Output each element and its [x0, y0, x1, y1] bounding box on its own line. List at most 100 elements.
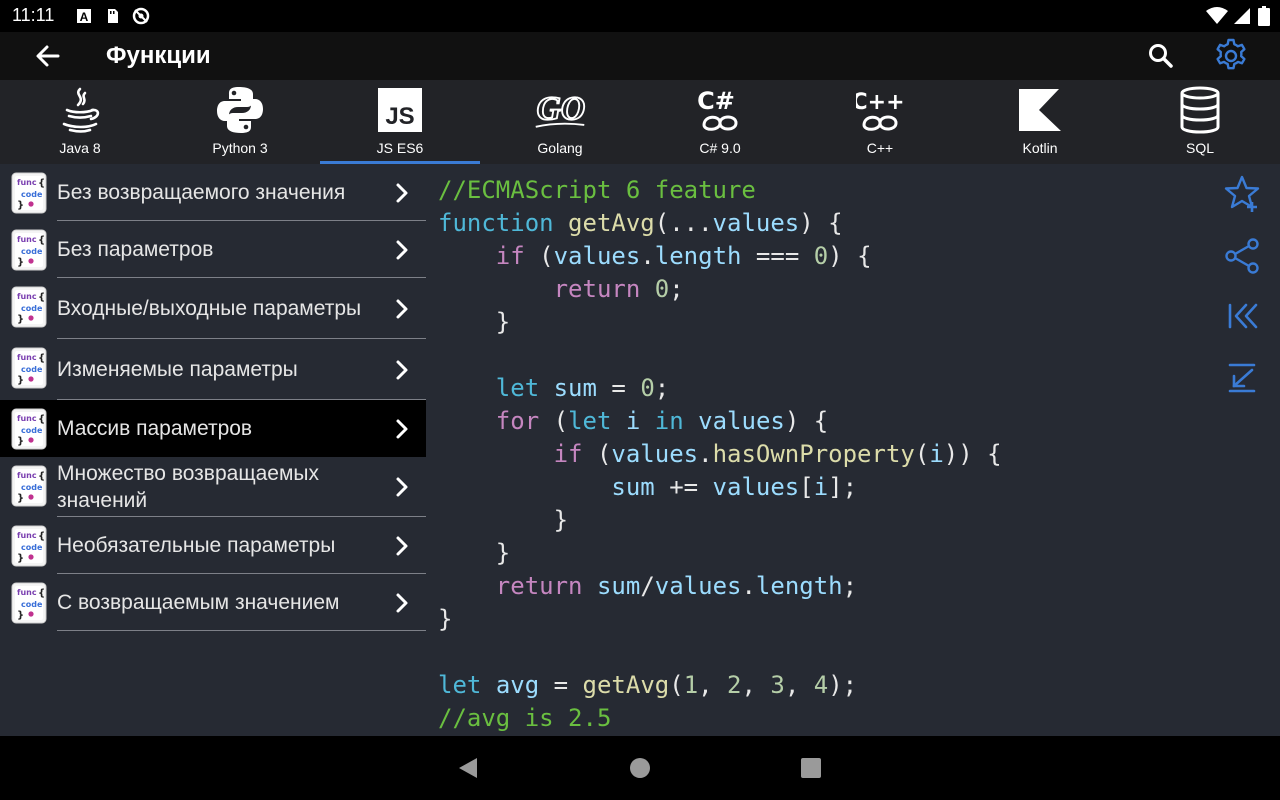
code-token: (	[524, 242, 554, 270]
tab-java[interactable]: Java 8	[0, 80, 160, 164]
code-token: return	[495, 572, 583, 600]
code-token: }	[438, 308, 511, 336]
code-token: let	[495, 374, 540, 402]
icon-text-code: code	[21, 426, 43, 435]
code-line: function getAvg(...values) {	[438, 207, 1002, 240]
icon-text-func: func	[17, 588, 37, 597]
svg-text:C++: C++	[856, 90, 904, 115]
code-token: 0	[640, 374, 655, 402]
sidebar-item[interactable]: func{code} Множество возвращаемых значени…	[0, 457, 426, 517]
tab-sql[interactable]: SQL	[1120, 80, 1280, 164]
code-line: }	[438, 504, 1002, 537]
scroll-to-end-icon[interactable]	[1222, 356, 1262, 396]
back-arrow-icon[interactable]	[30, 40, 66, 72]
code-token: 0	[813, 242, 829, 270]
sidebar-item[interactable]: func{code} Массив параметров	[0, 400, 426, 457]
language-tab-bar: Java 8 Python 3 JS JS ES6 GO Golang C# C…	[0, 80, 1280, 164]
code-token: for	[495, 407, 540, 435]
search-icon[interactable]	[1143, 38, 1179, 74]
code-token: =	[596, 374, 641, 402]
add-favorite-star-icon[interactable]	[1222, 174, 1262, 214]
icon-text-brace-open: {	[38, 235, 45, 246]
icon-text-code: code	[21, 247, 43, 256]
icon-text-func: func	[17, 292, 37, 301]
sidebar-item[interactable]: func{code} Изменяемые параметры	[0, 339, 426, 400]
sidebar-item-label: С возвращаемым значением	[57, 591, 340, 614]
share-icon[interactable]	[1222, 236, 1262, 276]
icon-text-func: func	[17, 531, 37, 540]
icon-text-brace-close: }	[17, 553, 24, 564]
func-code-icon: func {code}	[11, 229, 47, 271]
code-token: if	[553, 440, 583, 468]
icon-text-func: func	[17, 471, 37, 480]
code-token: function	[438, 209, 554, 237]
func-code-icon: func {code}	[11, 286, 47, 328]
chevron-right-icon	[396, 360, 408, 379]
tab-csharp[interactable]: C# C# 9.0	[640, 80, 800, 164]
icon-text-func: func	[17, 178, 37, 187]
tab-javascript[interactable]: JS JS ES6	[320, 80, 480, 164]
topic-list: func{code} Без возвращаемого значения func…	[0, 164, 426, 736]
code-token: i	[929, 440, 944, 468]
code-token: values	[654, 572, 742, 600]
code-token: ;	[654, 374, 670, 402]
gear-icon[interactable]	[1212, 37, 1250, 75]
code-token: values	[698, 407, 785, 435]
sidebar-item[interactable]: func{code} Без параметров	[0, 221, 426, 278]
sidebar-item[interactable]: func{code} Без возвращаемого значения	[0, 164, 426, 221]
code-token: values	[712, 473, 800, 501]
java-icon	[52, 84, 108, 136]
code-token: }	[438, 539, 511, 567]
code-token: (	[914, 440, 930, 468]
tab-python[interactable]: Python 3	[160, 80, 320, 164]
code-line: let avg = getAvg(1, 2, 3, 4);	[438, 669, 1002, 702]
code-token: hasOwnProperty	[712, 440, 915, 468]
code-token: 4	[813, 671, 829, 699]
code-line: return 0;	[438, 273, 1002, 306]
code-token: ,	[741, 671, 771, 699]
code-token: length	[654, 242, 742, 270]
cpp-icon: C++	[852, 84, 908, 136]
nav-recents-icon[interactable]	[797, 754, 825, 782]
code-token: i	[625, 407, 641, 435]
sidebar-item-label: Необязательные параметры	[57, 534, 336, 557]
code-token: 3	[770, 671, 785, 699]
tab-cpp[interactable]: C++ C++	[800, 80, 960, 164]
code-token: //ECMAScript 6 feature	[438, 176, 756, 204]
sidebar-item[interactable]: func{code} С возвращаемым значением	[0, 574, 426, 631]
code-token: ) {	[784, 407, 829, 435]
divider	[57, 630, 426, 631]
app-bar: Функции	[0, 32, 1280, 80]
code-token: values	[611, 440, 699, 468]
icon-text-brace-open: {	[38, 414, 45, 425]
svg-text:GO: GO	[537, 90, 586, 127]
tab-label: SQL	[1185, 140, 1214, 156]
code-token: sum	[596, 572, 641, 600]
code-token: getAvg	[582, 671, 670, 699]
code-token: ;	[842, 572, 858, 600]
tab-label: C# 9.0	[699, 140, 741, 156]
icon-text-brace-open: {	[38, 588, 45, 599]
nav-back-icon[interactable]	[455, 754, 483, 782]
tab-golang[interactable]: GO Golang	[480, 80, 640, 164]
tab-kotlin[interactable]: Kotlin	[960, 80, 1120, 164]
icon-text-func: func	[17, 414, 37, 423]
nav-home-icon[interactable]	[626, 754, 654, 782]
func-code-icon: func {code}	[11, 582, 47, 624]
code-toolbar	[1212, 164, 1272, 424]
code-token: );	[828, 671, 858, 699]
svg-text:A: A	[80, 10, 89, 24]
sidebar-item[interactable]: func{code} Входные/выходные параметры	[0, 278, 426, 339]
code-token: 2	[727, 671, 742, 699]
sidebar-item[interactable]: func{code} Необязательные параметры	[0, 517, 426, 574]
tab-label: C++	[866, 140, 894, 156]
code-token: .	[640, 242, 655, 270]
scroll-to-start-icon[interactable]	[1222, 296, 1262, 336]
code-token: ,	[784, 671, 814, 699]
